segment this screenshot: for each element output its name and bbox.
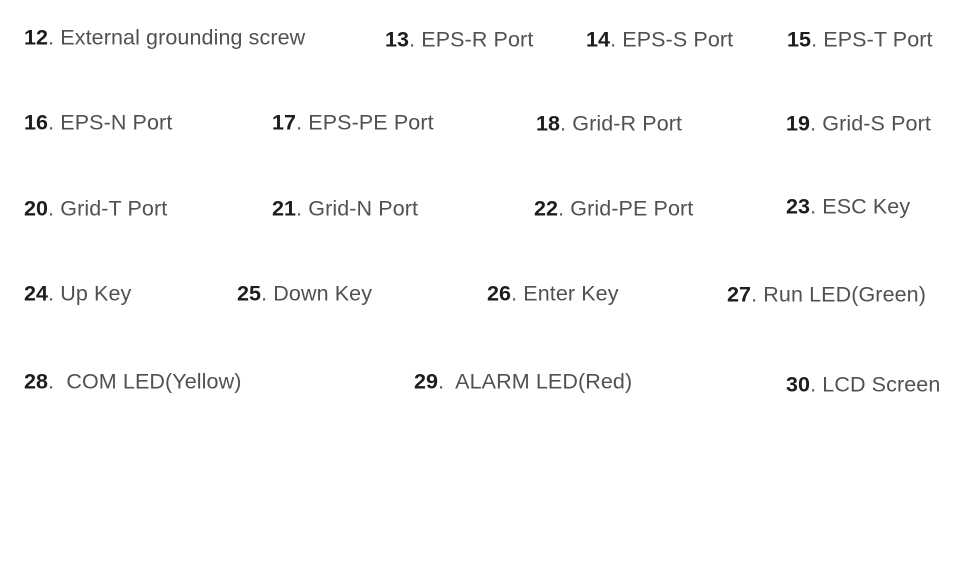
legend-item-separator: .: [409, 27, 422, 52]
legend-item-label: EPS-N Port: [60, 110, 173, 135]
legend-item: 29. ALARM LED(Red): [414, 371, 632, 393]
legend-item: 16. EPS-N Port: [24, 112, 172, 134]
legend-item: 20. Grid-T Port: [24, 198, 167, 220]
legend-item: 14. EPS-S Port: [586, 29, 733, 51]
legend-item-separator: .: [560, 111, 573, 136]
legend-item-label: LCD Screen: [822, 372, 941, 397]
legend-item-label: ALARM LED(Red): [455, 369, 633, 394]
legend-item-separator: .: [810, 372, 823, 397]
legend-item-number: 27: [727, 282, 752, 307]
legend-item: 30. LCD Screen: [786, 374, 940, 396]
legend-item-label: EPS-R Port: [421, 27, 534, 52]
legend-item: 15. EPS-T Port: [787, 29, 933, 51]
legend-item-label: COM LED(Yellow): [66, 369, 242, 394]
legend-item: 26. Enter Key: [487, 283, 619, 305]
legend-item: 13. EPS-R Port: [385, 29, 533, 51]
legend-item-number: 16: [24, 110, 49, 135]
legend-item-label: Grid-S Port: [822, 111, 931, 136]
legend-item-number: 20: [24, 196, 49, 221]
legend-item: 27. Run LED(Green): [727, 284, 926, 306]
legend-item-number: 21: [272, 196, 297, 221]
legend-item-separator: .: [296, 110, 309, 135]
legend-item-number: 26: [487, 281, 512, 306]
legend-item-number: 12: [24, 25, 49, 50]
legend-item: 18. Grid-R Port: [536, 113, 682, 135]
legend-item-label: Run LED(Green): [763, 282, 926, 307]
legend-item-separator: .: [48, 281, 61, 306]
legend-item-separator: .: [296, 196, 309, 221]
legend-item-label: External grounding screw: [60, 25, 306, 50]
legend-item: 21. Grid-N Port: [272, 198, 418, 220]
legend-item-number: 13: [385, 27, 410, 52]
legend-item-separator: .: [48, 25, 61, 50]
legend-item: 19. Grid-S Port: [786, 113, 931, 135]
legend-item-separator: .: [558, 196, 571, 221]
legend-item-label: Enter Key: [523, 281, 619, 306]
legend-item-separator: .: [511, 281, 524, 306]
legend-item-label: ESC Key: [822, 194, 911, 219]
legend-item: 23. ESC Key: [786, 196, 910, 218]
legend-item-label: Grid-R Port: [572, 111, 683, 136]
legend-item-separator: .: [751, 282, 764, 307]
legend-item-separator: .: [810, 194, 823, 219]
legend-item: 22. Grid-PE Port: [534, 198, 693, 220]
legend-item-separator: .: [48, 369, 67, 394]
legend-item-number: 14: [586, 27, 611, 52]
legend-item-label: EPS-T Port: [823, 27, 933, 52]
legend-item-number: 19: [786, 111, 811, 136]
legend-item-separator: .: [610, 27, 623, 52]
legend-item-separator: .: [48, 110, 61, 135]
legend-item: 17. EPS-PE Port: [272, 112, 434, 134]
legend-item-separator: .: [261, 281, 274, 306]
legend-item-label: EPS-PE Port: [308, 110, 434, 135]
legend-item: 24. Up Key: [24, 283, 131, 305]
legend-item-separator: .: [810, 111, 823, 136]
legend-item: 28. COM LED(Yellow): [24, 371, 242, 393]
legend-item-number: 15: [787, 27, 812, 52]
legend-item-number: 28: [24, 369, 49, 394]
legend-item-number: 23: [786, 194, 811, 219]
legend-item-number: 29: [414, 369, 439, 394]
legend-item-separator: .: [48, 196, 61, 221]
legend-item-number: 25: [237, 281, 262, 306]
legend-item-label: Grid-N Port: [308, 196, 419, 221]
legend-item-label: EPS-S Port: [622, 27, 734, 52]
legend-item-separator: .: [438, 369, 456, 394]
legend-item-label: Up Key: [60, 281, 132, 306]
legend-item-number: 17: [272, 110, 297, 135]
legend-item-label: Down Key: [273, 281, 373, 306]
legend-item-number: 18: [536, 111, 561, 136]
legend-item-number: 24: [24, 281, 49, 306]
legend-item: 12. External grounding screw: [24, 27, 305, 49]
legend-item-label: Grid-T Port: [60, 196, 168, 221]
legend-item-number: 22: [534, 196, 559, 221]
legend-item-number: 30: [786, 372, 811, 397]
legend-item-separator: .: [811, 27, 824, 52]
legend-item-label: Grid-PE Port: [570, 196, 694, 221]
legend-item: 25. Down Key: [237, 283, 372, 305]
component-legend-sheet: 12. External grounding screw 13. EPS-R Po…: [0, 0, 960, 584]
